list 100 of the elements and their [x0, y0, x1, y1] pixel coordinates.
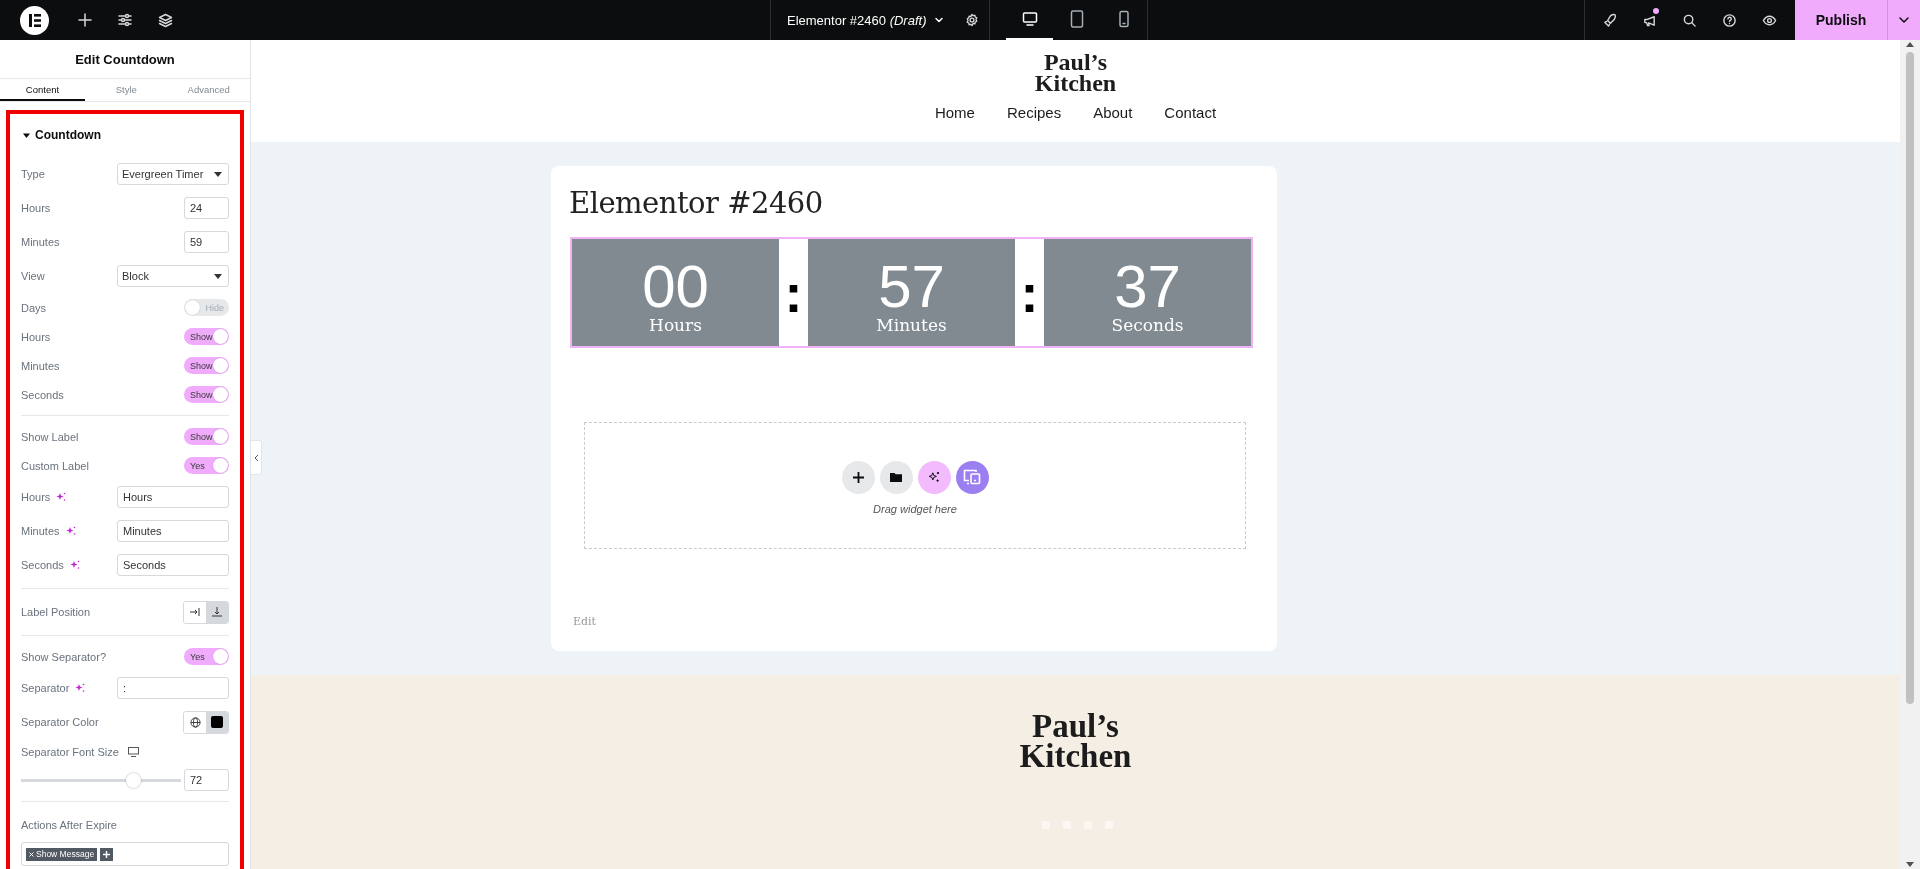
search-icon: [1681, 12, 1697, 28]
countdown-digits: 57: [878, 257, 945, 316]
number-field[interactable]: 72: [184, 769, 229, 791]
publish-button[interactable]: Publish: [1795, 0, 1887, 40]
remove-icon[interactable]: [29, 851, 34, 857]
plus-icon: [78, 13, 92, 27]
text-field[interactable]: :: [117, 677, 229, 699]
control-label: Actions After Expire: [21, 819, 117, 831]
control-label: Seconds: [21, 388, 64, 401]
gear-icon: [964, 13, 979, 27]
countdown-digits: 00: [642, 257, 709, 316]
desktop-icon[interactable]: [127, 747, 139, 757]
countdown-widget[interactable]: 00 Hours : 57 Minutes : 37 Seconds: [570, 237, 1253, 348]
nav-link[interactable]: About: [1077, 104, 1149, 121]
toggle-switch[interactable]: Show: [184, 428, 229, 445]
panel-tab[interactable]: Content: [0, 79, 85, 101]
caret-down-icon: [214, 171, 222, 177]
number-field[interactable]: 24: [184, 197, 229, 219]
toggle-switch[interactable]: Yes: [184, 457, 229, 474]
slider-thumb[interactable]: [126, 772, 142, 788]
caret-down-icon: [23, 131, 30, 139]
globe-icon: [189, 716, 201, 728]
drop-hint: Drag widget here: [873, 502, 957, 515]
screens-icon: [963, 469, 981, 485]
select-field[interactable]: Block: [117, 265, 229, 287]
control-label: Show Label: [21, 430, 79, 443]
control-label: Separator Font Size: [21, 746, 119, 758]
countdown-label: Hours: [649, 315, 702, 334]
toggle-switch[interactable]: Show: [184, 357, 229, 374]
text-field[interactable]: Seconds: [117, 554, 229, 576]
toggle-switch[interactable]: Yes: [184, 648, 229, 665]
control-label: Days: [21, 301, 47, 314]
control-label: Custom Label: [21, 459, 89, 472]
nav-link[interactable]: Recipes: [990, 104, 1078, 121]
control-label: View: [21, 270, 45, 282]
control-label: Minutes: [21, 525, 60, 537]
countdown-label: Seconds: [1111, 315, 1184, 334]
document-title-button[interactable]: Elementor #2460 (Draft): [771, 0, 955, 40]
countdown-digits: 37: [1114, 257, 1181, 316]
control-label: Type: [21, 168, 45, 180]
site-templates-button[interactable]: [955, 460, 989, 494]
add-element-button[interactable]: [841, 460, 875, 494]
control-label: Minutes: [21, 359, 60, 372]
toggle-switch[interactable]: Show: [184, 328, 229, 345]
control-label: Hours: [21, 491, 51, 503]
scrollbar[interactable]: [1900, 40, 1920, 869]
layers-icon: [157, 12, 173, 28]
panel-tab[interactable]: Style: [85, 79, 168, 101]
tags-field[interactable]: Show Message: [21, 842, 229, 866]
ai-generate-button[interactable]: [917, 460, 951, 494]
text-field[interactable]: Minutes: [117, 520, 229, 542]
sparkle-icon[interactable]: [65, 526, 76, 536]
panel-tab[interactable]: Advanced: [167, 79, 250, 101]
control-label: Hours: [21, 330, 51, 343]
plus-icon: [103, 850, 111, 858]
add-tag-button[interactable]: [100, 847, 114, 861]
logo-icon[interactable]: [20, 5, 49, 35]
scrollbar-thumb[interactable]: [1906, 52, 1914, 704]
select-field[interactable]: Evergreen Timer: [117, 163, 229, 185]
countdown-label: Minutes: [876, 315, 947, 334]
chevron-down-icon: [934, 15, 945, 25]
sparkle-icon[interactable]: [69, 560, 80, 570]
control-label: Minutes: [21, 236, 60, 248]
section-header[interactable]: Countdown: [21, 117, 101, 153]
toggle-switch[interactable]: Show: [184, 386, 229, 403]
page-title: Elementor #2460: [569, 186, 824, 220]
control-label: Hours: [21, 202, 51, 214]
sparkle-icon: [928, 471, 940, 483]
sliders-icon: [118, 13, 132, 27]
sparkle-icon[interactable]: [56, 492, 67, 502]
site-logo[interactable]: Paul’s Kitchen: [1034, 52, 1117, 94]
arrow-to-line-icon: [190, 608, 200, 616]
control-label: Show Separator?: [21, 650, 106, 663]
control-label: Separator Color: [21, 716, 99, 728]
nav-link[interactable]: Home: [918, 104, 991, 121]
chevron-down-icon: [1898, 14, 1910, 26]
phone-icon: [1117, 10, 1130, 28]
tag[interactable]: Show Message: [26, 847, 98, 861]
footer-logo[interactable]: Paul’s Kitchen: [1019, 711, 1132, 771]
chevron-left-icon: [253, 453, 259, 462]
control-label: Seconds: [21, 559, 64, 571]
color-picker-button[interactable]: [206, 711, 228, 733]
arrow-down-to-line-icon: [212, 607, 222, 617]
text-field[interactable]: Hours: [117, 486, 229, 508]
sparkle-icon[interactable]: [75, 683, 86, 693]
template-library-button[interactable]: [879, 460, 913, 494]
nav-link[interactable]: Contact: [1148, 104, 1233, 121]
folder-icon: [890, 472, 902, 482]
panel-title: Edit Countdown: [0, 40, 250, 79]
help-icon: [1721, 12, 1737, 28]
desktop-icon: [1021, 11, 1038, 27]
drop-zone[interactable]: Drag widget here: [584, 422, 1246, 549]
plus-icon: [852, 471, 864, 483]
number-field[interactable]: 59: [184, 231, 229, 253]
scroll-down-icon[interactable]: [1905, 859, 1915, 869]
control-label: Separator: [21, 682, 70, 694]
tablet-icon: [1069, 10, 1084, 28]
rocket-icon: [1601, 12, 1617, 28]
position-option[interactable]: [206, 601, 228, 623]
caret-down-icon: [214, 273, 222, 279]
